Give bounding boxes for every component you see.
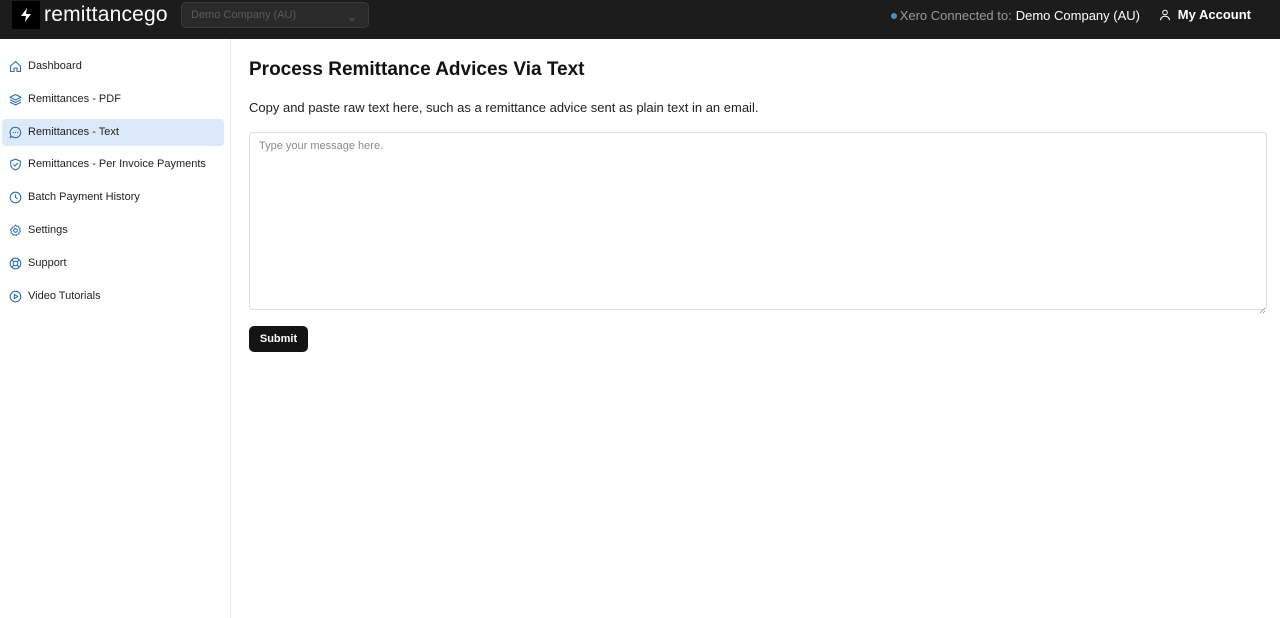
shield-check-icon bbox=[9, 158, 22, 171]
sidebar-item-batch-payment-history[interactable]: Batch Payment History bbox=[2, 184, 224, 211]
sidebar-item-video-tutorials[interactable]: Video Tutorials bbox=[2, 283, 224, 310]
connected-company: Demo Company (AU) bbox=[1015, 8, 1140, 23]
sidebar: Dashboard Remittances - PDF Remittances … bbox=[0, 39, 231, 618]
sidebar-item-label: Remittances - Per Invoice Payments bbox=[28, 158, 206, 170]
layers-icon bbox=[9, 93, 22, 106]
sidebar-item-settings[interactable]: Settings bbox=[2, 217, 224, 244]
sidebar-item-label: Dashboard bbox=[28, 60, 82, 72]
app-logo-text[interactable]: remittancego bbox=[44, 3, 168, 27]
gear-icon bbox=[9, 224, 22, 237]
submit-button[interactable]: Submit bbox=[249, 326, 308, 352]
xero-connection-status: Xero Connected to: Demo Company (AU) bbox=[890, 8, 1140, 23]
my-account-button[interactable]: My Account bbox=[1159, 7, 1251, 22]
my-account-label: My Account bbox=[1177, 7, 1251, 22]
status-dot-icon bbox=[890, 12, 897, 19]
sidebar-item-label: Remittances - Text bbox=[28, 126, 119, 138]
page-title: Process Remittance Advices Via Text bbox=[249, 59, 585, 80]
chevron-down-icon bbox=[348, 10, 356, 28]
message-circle-icon bbox=[9, 126, 22, 139]
page-description: Copy and paste raw text here, such as a … bbox=[249, 100, 759, 115]
company-selector-value: Demo Company (AU) bbox=[191, 9, 297, 21]
sidebar-item-label: Settings bbox=[28, 224, 68, 236]
clock-icon bbox=[9, 191, 22, 204]
sidebar-item-label: Batch Payment History bbox=[28, 191, 140, 203]
home-icon bbox=[9, 60, 22, 73]
lifebuoy-icon bbox=[9, 257, 22, 270]
top-bar: remittancego Demo Company (AU) Xero Conn… bbox=[0, 0, 1280, 39]
logo-bolt-icon[interactable] bbox=[12, 1, 40, 29]
company-selector[interactable]: Demo Company (AU) bbox=[181, 2, 369, 28]
message-textarea[interactable] bbox=[249, 132, 1267, 310]
sidebar-item-per-invoice-payments[interactable]: Remittances - Per Invoice Payments bbox=[2, 151, 224, 178]
sidebar-item-label: Support bbox=[28, 257, 67, 269]
sidebar-item-remittances-text[interactable]: Remittances - Text bbox=[2, 119, 224, 146]
connection-label: Xero Connected to: bbox=[899, 8, 1012, 23]
sidebar-item-label: Video Tutorials bbox=[28, 290, 101, 302]
play-circle-icon bbox=[9, 290, 22, 303]
sidebar-item-dashboard[interactable]: Dashboard bbox=[2, 53, 224, 80]
sidebar-item-label: Remittances - PDF bbox=[28, 93, 121, 105]
sidebar-item-remittances-pdf[interactable]: Remittances - PDF bbox=[2, 86, 224, 113]
sidebar-item-support[interactable]: Support bbox=[2, 250, 224, 277]
user-icon bbox=[1159, 9, 1171, 21]
main-content: Process Remittance Advices Via Text Copy… bbox=[232, 39, 1280, 618]
resize-handle-icon[interactable] bbox=[1258, 301, 1266, 314]
